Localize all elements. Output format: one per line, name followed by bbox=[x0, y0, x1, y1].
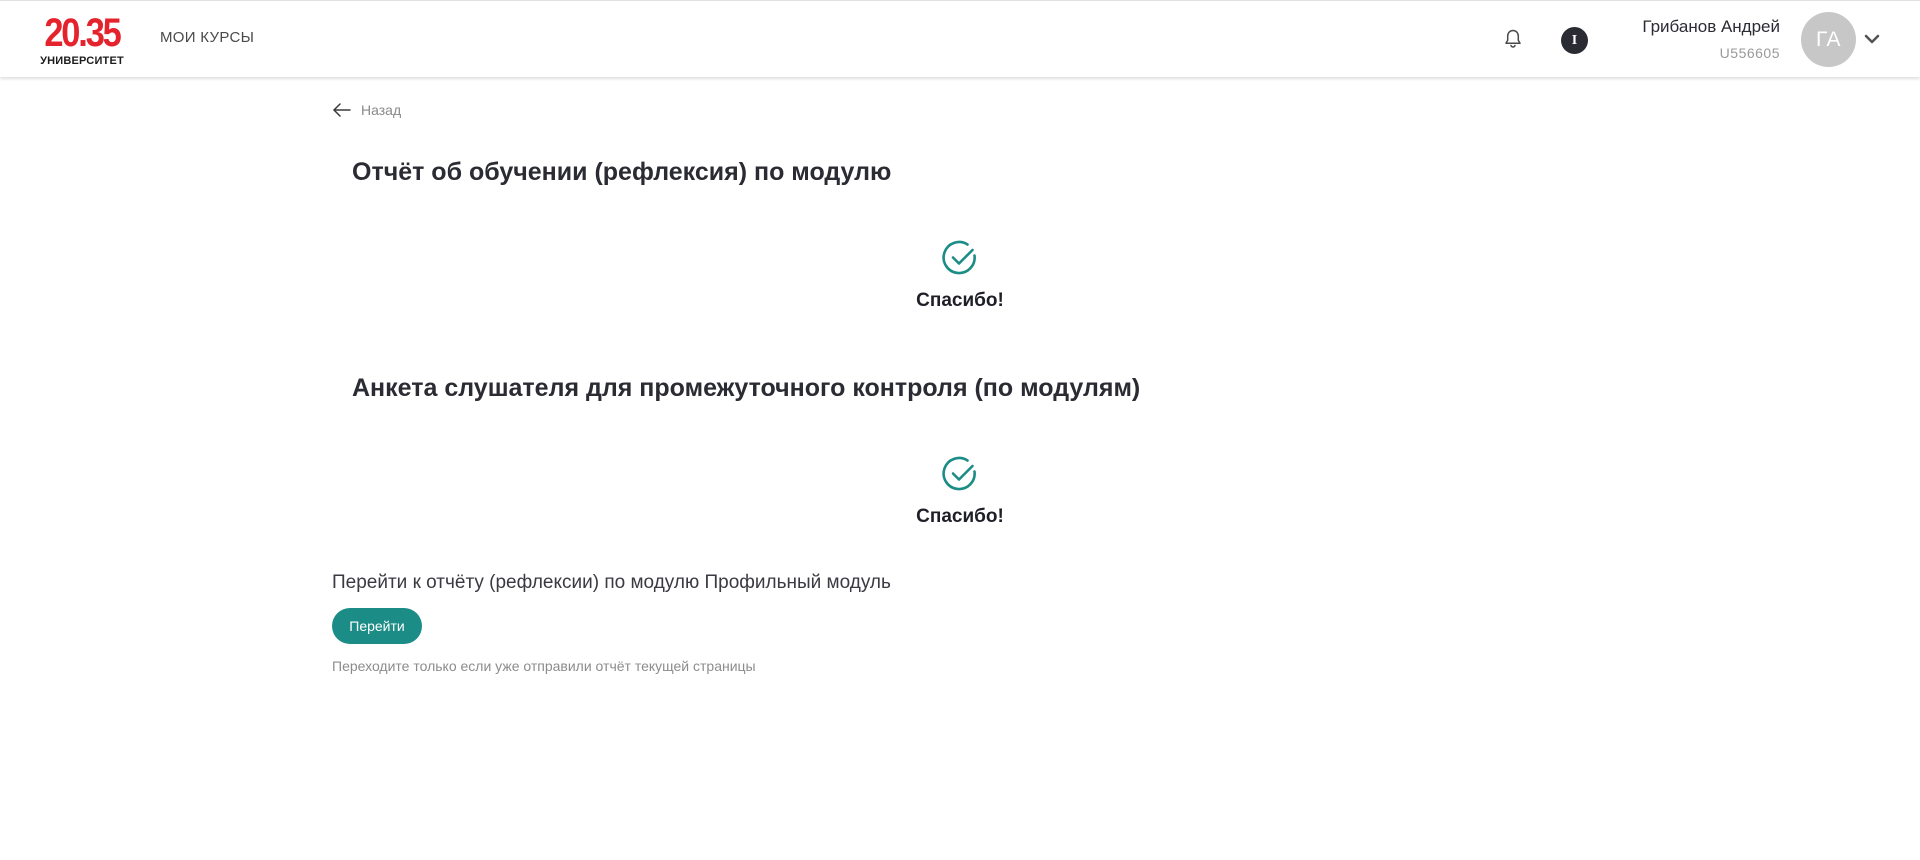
section-title: Анкета слушателя для промежуточного конт… bbox=[352, 374, 1141, 402]
go-button[interactable]: Перейти bbox=[332, 608, 422, 644]
arrow-left-icon bbox=[333, 103, 351, 117]
nav-my-courses[interactable]: МОИ КУРСЫ bbox=[160, 29, 254, 46]
university-logo[interactable]: 20.35 УНИВЕРСИТЕТ bbox=[37, 13, 127, 67]
back-link[interactable]: Назад bbox=[332, 100, 401, 120]
logo-subtitle: УНИВЕРСИТЕТ bbox=[40, 55, 124, 67]
user-name: Грибанов Андрей bbox=[1642, 17, 1780, 36]
thanks-message: Спасибо! bbox=[916, 290, 1004, 311]
top-header: 20.35 УНИВЕРСИТЕТ МОИ КУРСЫ I Грибанов А… bbox=[0, 0, 1920, 77]
avatar[interactable]: ГА bbox=[1801, 12, 1856, 67]
chevron-down-icon[interactable] bbox=[1863, 31, 1881, 47]
hint-text: Переходите только если уже отправили отч… bbox=[332, 658, 756, 674]
thanks-message: Спасибо! bbox=[916, 506, 1004, 527]
check-circle-icon bbox=[941, 455, 979, 493]
bell-icon[interactable] bbox=[1501, 27, 1525, 51]
user-id: U556605 bbox=[1719, 45, 1780, 61]
section-title: Отчёт об обучении (рефлексия) по модулю bbox=[352, 158, 892, 186]
logo-number: 20.35 bbox=[44, 11, 121, 55]
info-badge[interactable]: I bbox=[1561, 27, 1588, 54]
check-circle-icon bbox=[941, 239, 979, 277]
next-module-text: Перейти к отчёту (рефлексии) по модулю П… bbox=[332, 572, 891, 593]
back-label: Назад bbox=[361, 102, 402, 118]
